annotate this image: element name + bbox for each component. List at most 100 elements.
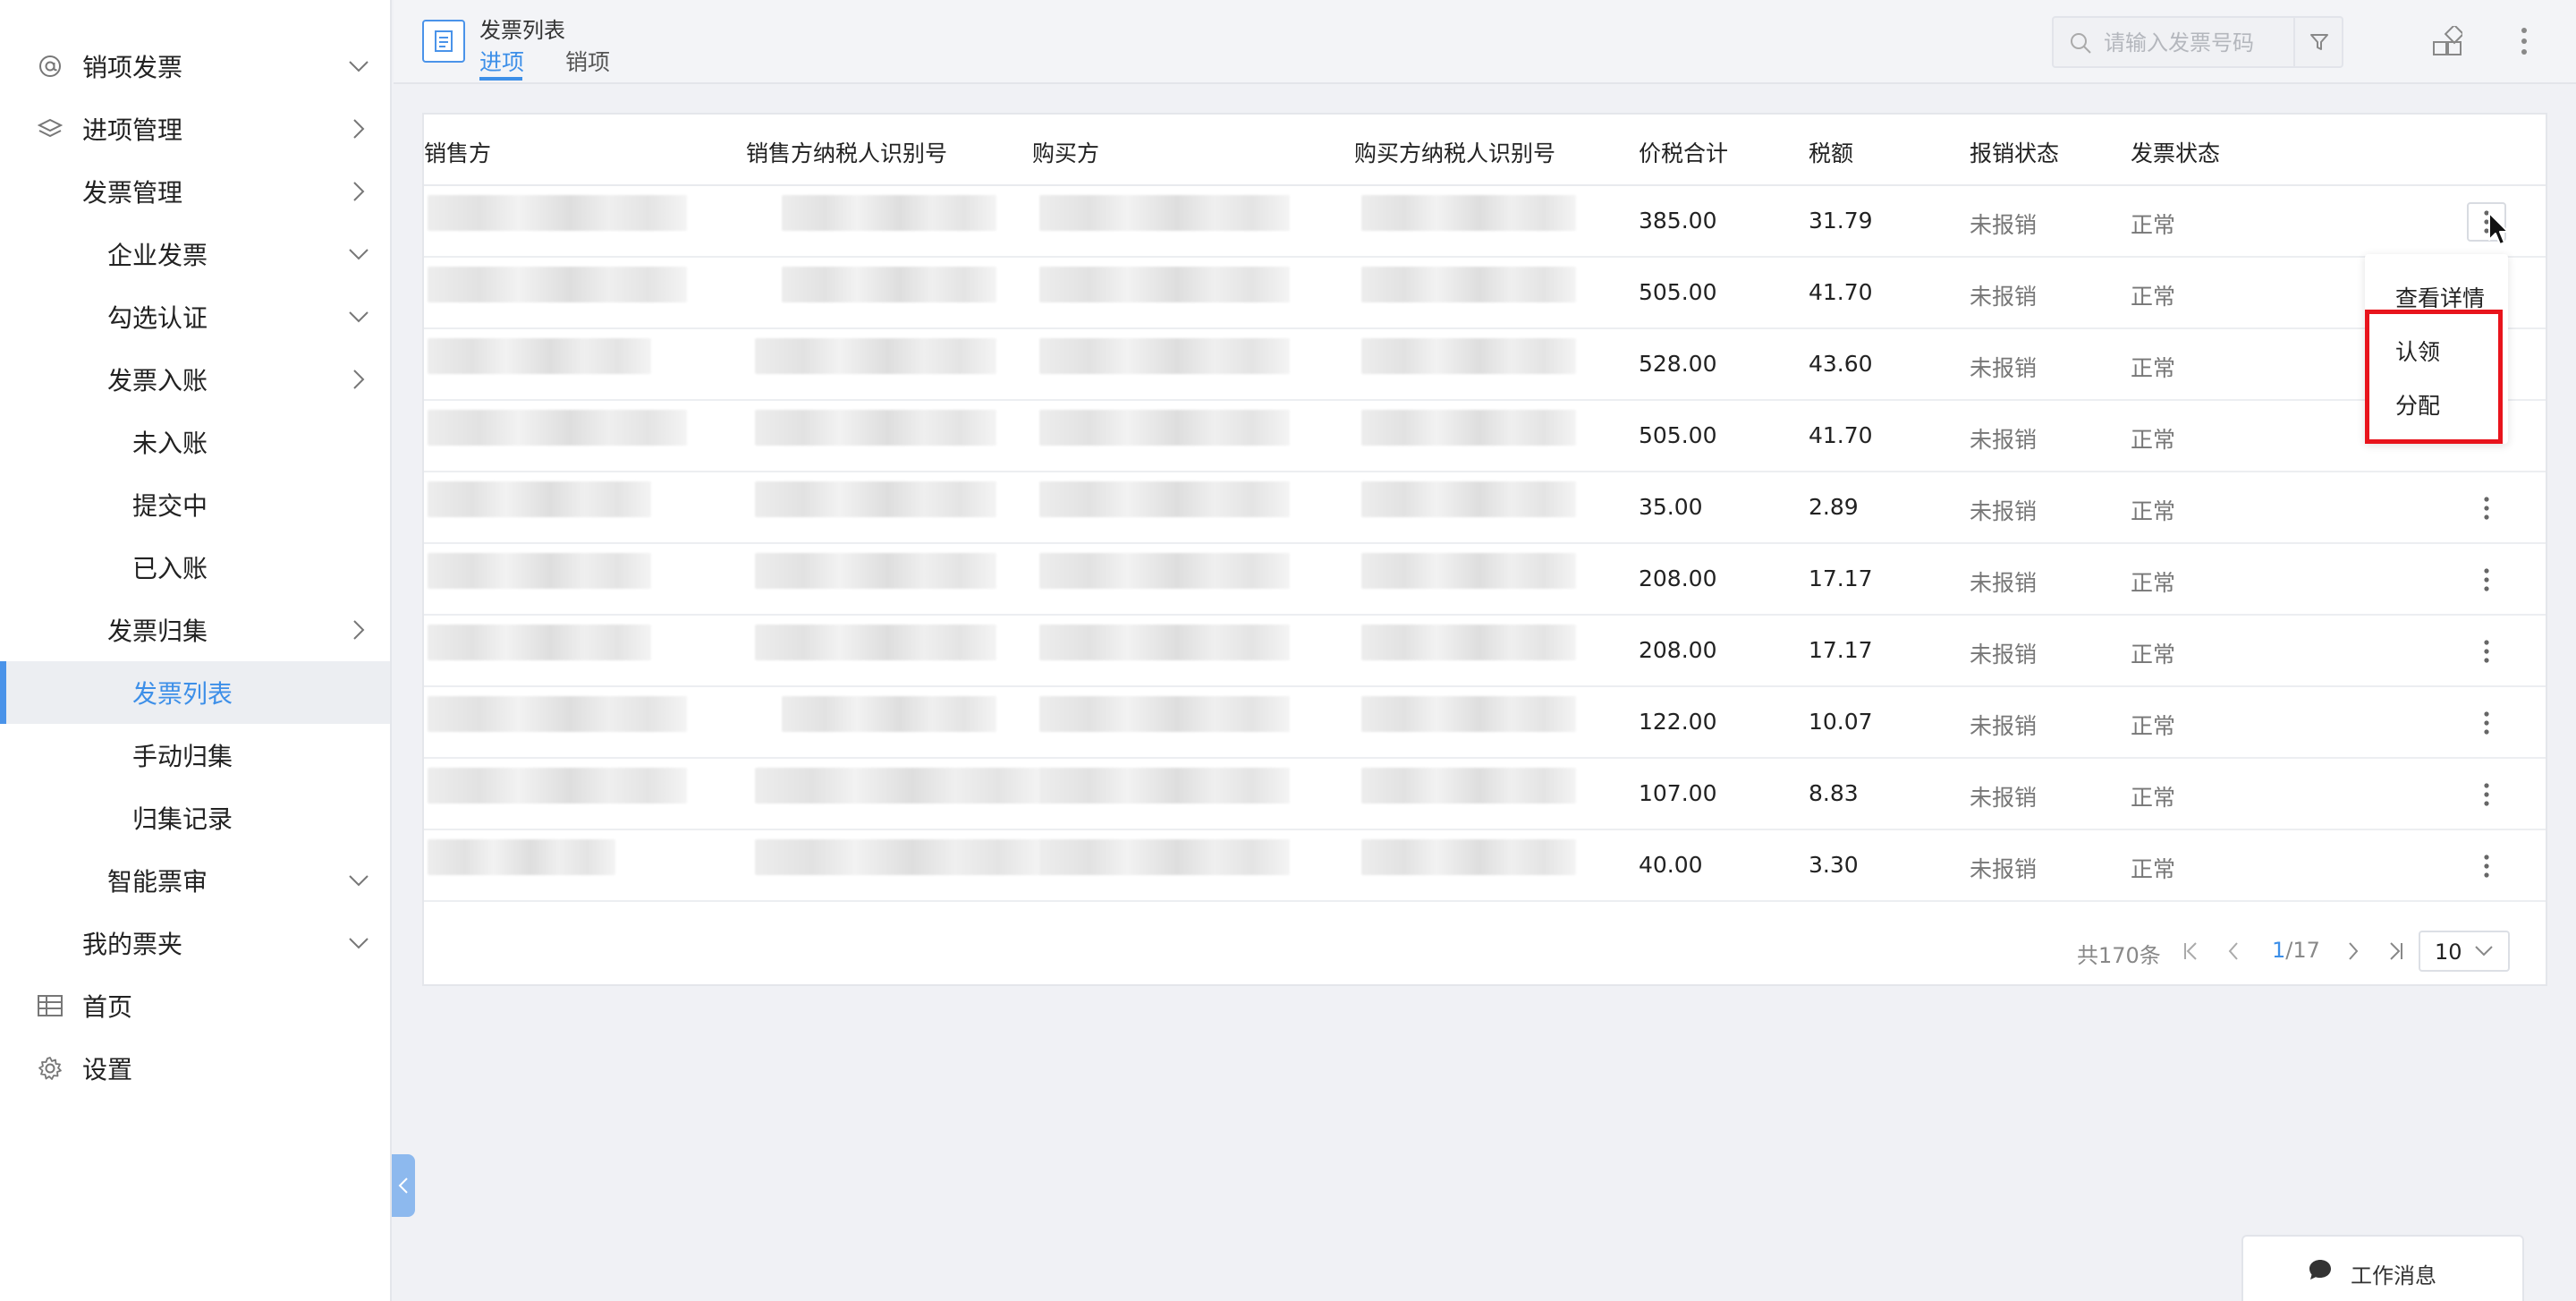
redacted-seller-tax-id: [755, 338, 996, 374]
page-size-value: 10: [2435, 940, 2462, 965]
invoice-status: 正常: [2131, 212, 2176, 238]
work-message-button[interactable]: 工作消息: [2241, 1235, 2524, 1301]
tax-amount: 31.79: [1809, 208, 1873, 234]
redacted-buyer: [1039, 481, 1290, 517]
tax-amount: 41.70: [1809, 422, 1873, 448]
tab-output[interactable]: 销项: [565, 45, 610, 77]
redacted-buyer: [1039, 768, 1290, 804]
last-page-icon: [2390, 942, 2402, 960]
redacted-seller: [428, 696, 687, 732]
sidebar-item-label: 提交中: [132, 491, 208, 521]
sidebar-collapse-button[interactable]: [392, 1154, 415, 1217]
reimburse-status: 未报销: [1970, 642, 2038, 668]
chevron-down-icon: [345, 303, 372, 330]
sidebar-item-invoice-list[interactable]: 发票列表: [0, 661, 390, 724]
table-row[interactable]: 122.00 10.07 未报销 正常: [424, 687, 2546, 759]
sidebar-item-label: 勾选认证: [107, 303, 208, 333]
sidebar-item-smart-audit[interactable]: 智能票审: [0, 849, 390, 912]
table-row[interactable]: 35.00 2.89 未报销 正常: [424, 472, 2546, 544]
row-actions-button[interactable]: [2467, 560, 2506, 599]
sidebar-item-label: 发票管理: [82, 178, 183, 208]
layout-toggle-button[interactable]: [2429, 23, 2465, 59]
table-row[interactable]: 385.00 31.79 未报销 正常: [424, 186, 2546, 258]
redacted-buyer-tax-id: [1361, 195, 1576, 231]
redacted-seller: [428, 481, 651, 517]
sidebar-item-invoice-management[interactable]: 发票管理: [0, 160, 390, 223]
column-header-invoice-status: 发票状态: [2131, 140, 2221, 166]
page-size-select[interactable]: 10: [2419, 931, 2510, 972]
more-vertical-icon: [2484, 783, 2489, 806]
sidebar-item-manual-collection[interactable]: 手动归集: [0, 724, 390, 787]
last-page-button[interactable]: [2383, 938, 2410, 965]
chevron-down-icon: [345, 867, 372, 894]
sidebar-item-my-wallet[interactable]: 我的票夹: [0, 912, 390, 974]
table-row[interactable]: 208.00 17.17 未报销 正常: [424, 544, 2546, 616]
sidebar-item-settings[interactable]: 设置: [0, 1037, 390, 1100]
next-page-button[interactable]: [2340, 938, 2367, 965]
total-pages: /17: [2285, 938, 2320, 963]
sidebar-item-submitting[interactable]: 提交中: [0, 473, 390, 536]
chevron-right-icon: [345, 115, 372, 142]
sidebar-item-invoice-collection[interactable]: 发票归集: [0, 599, 390, 661]
first-page-button[interactable]: [2177, 938, 2204, 965]
tab-input[interactable]: 进项: [479, 45, 524, 77]
table-row[interactable]: 528.00 43.60 未报销 正常: [424, 329, 2546, 401]
invoice-status: 正常: [2131, 355, 2176, 381]
mouse-cursor-icon: [2488, 212, 2509, 245]
sidebar-item-check-certification[interactable]: 勾选认证: [0, 285, 390, 348]
sidebar-item-label: 发票列表: [132, 679, 233, 709]
redacted-buyer-tax-id: [1361, 553, 1576, 589]
sidebar-item-collection-records[interactable]: 归集记录: [0, 787, 390, 849]
table-row[interactable]: 107.00 8.83 未报销 正常: [424, 759, 2546, 830]
invoice-status: 正常: [2131, 856, 2176, 882]
sidebar-item-unposted[interactable]: 未入账: [0, 411, 390, 473]
table-row[interactable]: 505.00 41.70 未报销 正常: [424, 401, 2546, 472]
invoice-status: 正常: [2131, 427, 2176, 453]
chevron-down-icon: [345, 930, 372, 957]
filter-icon: [2310, 34, 2328, 50]
row-actions-button[interactable]: [2467, 846, 2506, 886]
sidebar-item-invoice-posting[interactable]: 发票入账: [0, 348, 390, 411]
total-amount: 40.00: [1639, 852, 1703, 878]
redacted-seller-tax-id: [782, 696, 996, 732]
sidebar-item-sales-invoice[interactable]: 销项发票: [0, 35, 390, 98]
table-row[interactable]: 208.00 17.17 未报销 正常: [424, 616, 2546, 687]
invoice-status: 正常: [2131, 570, 2176, 596]
chevron-left-icon: [398, 1178, 408, 1194]
table-row[interactable]: 40.00 3.30 未报销 正常: [424, 830, 2546, 902]
search-input[interactable]: [2104, 27, 2283, 59]
sidebar-item-posted[interactable]: 已入账: [0, 536, 390, 599]
tax-amount: 10.07: [1809, 709, 1873, 735]
sidebar-item-home[interactable]: 首页: [0, 974, 390, 1037]
redacted-seller-tax-id: [755, 839, 1041, 875]
sidebar-item-label: 销项发票: [82, 53, 183, 82]
chevron-down-icon: [345, 53, 372, 80]
column-header-seller-tax-id: 销售方纳税人识别号: [746, 140, 948, 166]
row-actions-button[interactable]: [2467, 489, 2506, 528]
redacted-buyer-tax-id: [1361, 839, 1576, 875]
previous-page-button[interactable]: [2220, 938, 2247, 965]
sidebar-item-enterprise-invoice[interactable]: 企业发票: [0, 223, 390, 285]
layout-icon: [2433, 26, 2462, 55]
document-icon: [422, 20, 465, 63]
sidebar-item-label: 未入账: [132, 429, 208, 458]
redacted-seller: [428, 410, 687, 446]
column-header-buyer: 购买方: [1032, 140, 1100, 166]
redacted-seller: [428, 768, 687, 804]
redacted-buyer-tax-id: [1361, 338, 1576, 374]
column-header-buyer-tax-id: 购买方纳税人识别号: [1354, 140, 1556, 166]
table-row[interactable]: 505.00 41.70 未报销 正常: [424, 258, 2546, 329]
menu-item-view-details[interactable]: 查看详情: [2395, 281, 2485, 313]
sidebar-item-label: 手动归集: [132, 742, 233, 771]
sidebar-item-label: 归集记录: [132, 804, 233, 834]
redacted-seller: [428, 553, 651, 589]
row-actions-button[interactable]: [2467, 775, 2506, 814]
sidebar-item-label: 发票入账: [107, 366, 208, 395]
total-amount: 208.00: [1639, 565, 1717, 591]
sidebar-item-input-management[interactable]: 进项管理: [0, 98, 390, 160]
tax-amount: 2.89: [1809, 494, 1859, 520]
filter-button[interactable]: [2293, 18, 2343, 66]
row-actions-button[interactable]: [2467, 632, 2506, 671]
row-actions-button[interactable]: [2467, 703, 2506, 743]
more-options-button[interactable]: [2506, 23, 2542, 59]
